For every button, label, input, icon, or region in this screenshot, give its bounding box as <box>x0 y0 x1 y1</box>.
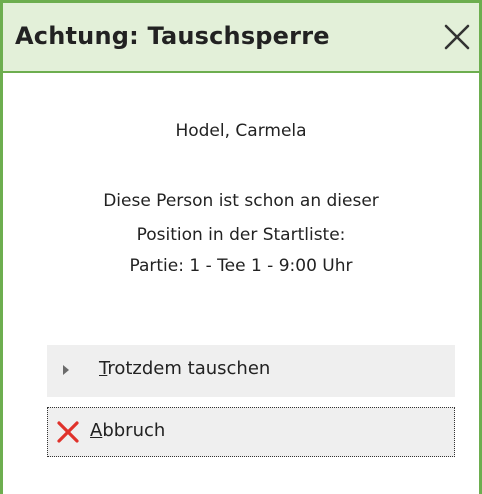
cancel-button[interactable]: Abbruch <box>47 407 455 457</box>
cancel-label: Abbruch <box>90 420 166 441</box>
person-name: Hodel, Carmela <box>175 121 307 141</box>
title-bar: Achtung: Tauschsperre <box>3 3 479 73</box>
swap-anyway-button[interactable]: Trotzdem tauschen <box>47 345 455 397</box>
message-line-3: Partie: 1 - Tee 1 - 9:00 Uhr <box>129 256 353 276</box>
triangle-right-icon <box>63 365 69 375</box>
close-icon[interactable] <box>435 15 475 55</box>
red-x-icon <box>56 420 80 444</box>
message-line-2: Position in der Startliste: <box>136 225 346 245</box>
swap-anyway-label: Trotzdem tauschen <box>99 358 271 379</box>
message-line-1: Diese Person ist schon an dieser <box>103 191 379 211</box>
dialog-window: Achtung: Tauschsperre Hodel, Carmela Die… <box>0 0 482 494</box>
dialog-title: Achtung: Tauschsperre <box>15 22 330 50</box>
